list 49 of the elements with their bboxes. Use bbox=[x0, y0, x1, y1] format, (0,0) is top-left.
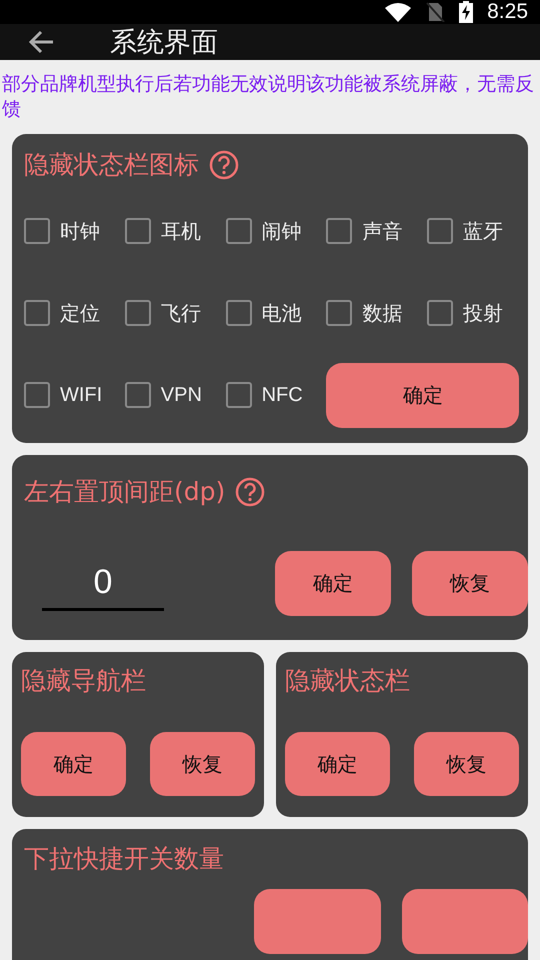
confirm-button[interactable]: 确定 bbox=[275, 551, 391, 616]
wifi-icon bbox=[385, 2, 412, 22]
checkbox[interactable] bbox=[24, 218, 50, 244]
checkbox-label: 定位 bbox=[60, 302, 100, 326]
confirm-button[interactable]: 确定 bbox=[285, 732, 390, 796]
app-bar-title: 系统界面 bbox=[110, 26, 218, 60]
card-title: 隐藏状态栏图标 bbox=[24, 149, 199, 181]
checkbox-label: 电池 bbox=[262, 302, 302, 326]
checkbox[interactable] bbox=[326, 300, 352, 326]
card-title: 左右置顶间距(dp) bbox=[24, 476, 226, 508]
help-icon[interactable] bbox=[209, 150, 239, 180]
checkbox[interactable] bbox=[326, 218, 352, 244]
checkbox[interactable] bbox=[427, 300, 454, 326]
back-arrow-icon[interactable] bbox=[28, 28, 56, 56]
card-title: 下拉快捷开关数量 bbox=[24, 844, 224, 873]
checkbox[interactable] bbox=[24, 300, 50, 326]
help-icon[interactable] bbox=[235, 477, 266, 507]
confirm-button[interactable]: 确定 bbox=[21, 732, 126, 796]
checkbox[interactable] bbox=[124, 382, 151, 408]
checkbox-label: 时钟 bbox=[60, 220, 100, 244]
restore-button[interactable]: 恢复 bbox=[414, 732, 519, 796]
restore-button[interactable]: 恢复 bbox=[412, 551, 528, 616]
restore-button[interactable] bbox=[402, 889, 528, 954]
checkbox[interactable] bbox=[124, 300, 151, 326]
card-title: 隐藏状态栏 bbox=[285, 666, 410, 695]
checkbox-label: 耳机 bbox=[160, 220, 201, 244]
notice-text: 部分品牌机型执行后若功能无效说明该功能被系统屏蔽，无需反馈 bbox=[1, 72, 535, 122]
spacing-input-field[interactable]: 0 bbox=[42, 556, 164, 611]
checkbox-label: VPN bbox=[160, 384, 202, 406]
checkbox[interactable] bbox=[226, 382, 252, 408]
checkbox-label: 投射 bbox=[463, 302, 504, 326]
restore-button[interactable]: 恢复 bbox=[150, 732, 255, 796]
card-title: 隐藏导航栏 bbox=[21, 666, 146, 695]
checkbox-label: 闹钟 bbox=[262, 220, 302, 244]
confirm-button[interactable] bbox=[254, 889, 380, 954]
checkbox-label: 飞行 bbox=[160, 302, 201, 326]
checkbox[interactable] bbox=[427, 218, 454, 244]
checkbox-label: 声音 bbox=[362, 220, 402, 244]
checkbox-label: NFC bbox=[262, 384, 303, 406]
clock-time: 8:25 bbox=[487, 0, 528, 24]
checkbox-label: 数据 bbox=[362, 302, 402, 326]
confirm-button[interactable]: 确定 bbox=[326, 362, 520, 428]
checkbox-label: WIFI bbox=[60, 384, 102, 406]
checkbox-label: 蓝牙 bbox=[463, 220, 504, 244]
no-sim-icon bbox=[425, 2, 446, 22]
checkbox[interactable] bbox=[124, 218, 151, 244]
checkbox[interactable] bbox=[24, 382, 50, 408]
checkbox[interactable] bbox=[226, 218, 252, 244]
checkbox[interactable] bbox=[226, 300, 252, 326]
